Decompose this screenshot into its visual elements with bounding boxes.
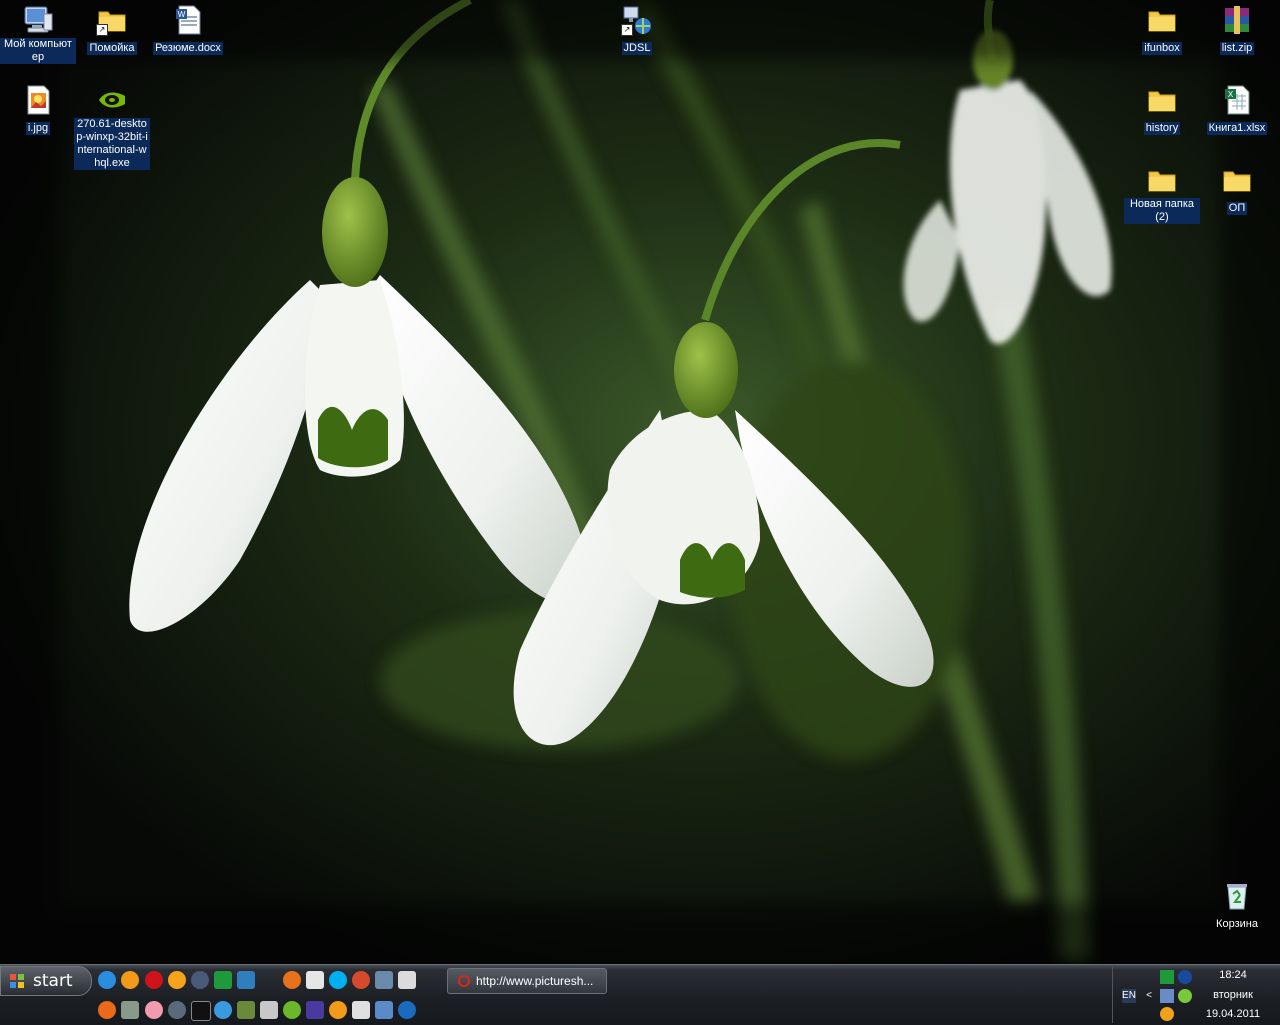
speaker-tray-icon[interactable] (1160, 989, 1174, 1003)
recycle-bin-icon (1221, 880, 1253, 912)
svg-text:X: X (1228, 90, 1234, 99)
ie-icon[interactable] (98, 971, 116, 989)
green-ball-icon[interactable] (283, 1001, 301, 1019)
language-indicator[interactable]: EN (1122, 989, 1136, 1003)
desktop-icon-resume-docx[interactable]: W Резюме.docx (150, 4, 226, 56)
start-button[interactable]: start (0, 966, 92, 996)
desktop-icon-novaya-papka-2[interactable]: Новая папка (2) (1124, 164, 1200, 225)
network-connection-icon: ↗ (621, 4, 653, 36)
clock-time[interactable]: 18:24 (1200, 969, 1266, 981)
desktop-icon-nvidia-driver-exe[interactable]: 270.61-desktop-winxp-32bit-international… (74, 84, 150, 171)
clock-date: 19.04.2011 (1205, 1008, 1261, 1020)
desktop-wallpaper (0, 0, 1280, 964)
firefox-icon[interactable] (283, 971, 301, 989)
snowdrops-wallpaper-image (0, 0, 1280, 964)
opera-icon (458, 975, 470, 987)
icq-icon[interactable] (214, 971, 232, 989)
upload-icon[interactable] (375, 971, 393, 989)
itunes-icon[interactable] (214, 1001, 232, 1019)
desktop-icon-ifunbox[interactable]: ifunbox (1124, 4, 1200, 56)
ring-icon[interactable] (329, 1001, 347, 1019)
tray-separator (1112, 967, 1113, 1023)
taskbar-button-opera-window[interactable]: http://www.picturesh... (447, 968, 607, 994)
taskbar: start http://www.picturesh... EN < 18:24… (0, 964, 1280, 1025)
chevron-left-icon[interactable]: < (1142, 989, 1156, 1003)
qip-icon[interactable] (237, 971, 255, 989)
cube-icon[interactable] (260, 1001, 278, 1019)
folder-icon (1146, 4, 1178, 36)
scribe-icon[interactable] (306, 1001, 324, 1019)
network-tray-icon[interactable] (1178, 970, 1192, 984)
folder-icon (1146, 84, 1178, 116)
notepad-icon[interactable] (398, 971, 416, 989)
ubuntu-tray-icon[interactable] (1160, 1007, 1174, 1021)
desktop-icon-my-computer[interactable]: Мой компьютер (0, 4, 76, 65)
desktop-icon-list-zip[interactable]: list.zip (1199, 4, 1275, 56)
nvidia-installer-icon (96, 84, 128, 116)
folder-shortcut-icon: ↗ (96, 4, 128, 36)
flower-tray-icon[interactable] (1178, 989, 1192, 1003)
winrar-archive-icon (1221, 4, 1253, 36)
clock-day: вторник (1213, 989, 1253, 1001)
svg-text:W: W (178, 10, 186, 19)
pink-ball-icon[interactable] (145, 1001, 163, 1019)
cursor-icon[interactable] (352, 1001, 370, 1019)
icq-tray-icon[interactable] (1160, 970, 1174, 984)
desktop-icon-jdsl[interactable]: ↗ JDSL (599, 4, 675, 56)
excel-document-icon: X (1221, 84, 1253, 116)
tools-icon[interactable] (121, 1001, 139, 1019)
avast-icon[interactable] (168, 971, 186, 989)
hp-icon[interactable] (398, 1001, 416, 1019)
folder-icon (1146, 164, 1178, 196)
chrome-icon[interactable] (121, 971, 139, 989)
desktop-icon-kniga1-xlsx[interactable]: X Книга1.xlsx (1199, 84, 1275, 136)
desktop-icon-recycle-bin[interactable]: Корзина (1199, 880, 1275, 932)
image-file-icon (22, 84, 54, 116)
utorrent-icon[interactable] (306, 971, 324, 989)
desktop-icon-op[interactable]: ОП (1199, 164, 1275, 216)
picasa-icon[interactable] (375, 1001, 393, 1019)
pidgin-icon[interactable] (191, 971, 209, 989)
desktop-icon-pomoika[interactable]: ↗ Помойка (74, 4, 150, 56)
computer-icon (22, 4, 54, 36)
desktop-icon-history[interactable]: history (1124, 84, 1200, 136)
folder-icon (1221, 164, 1253, 196)
word-document-icon: W (172, 4, 204, 36)
alarm-icon[interactable] (98, 1001, 116, 1019)
miranda-icon[interactable] (352, 971, 370, 989)
terminal-icon[interactable] (191, 1001, 211, 1021)
desktop-icon-i-jpg[interactable]: i.jpg (0, 84, 76, 136)
steam-icon[interactable] (168, 1001, 186, 1019)
windows-flag-icon (10, 974, 24, 988)
opera-icon[interactable] (145, 971, 163, 989)
skype-icon[interactable] (329, 971, 347, 989)
minecraft-icon[interactable] (237, 1001, 255, 1019)
